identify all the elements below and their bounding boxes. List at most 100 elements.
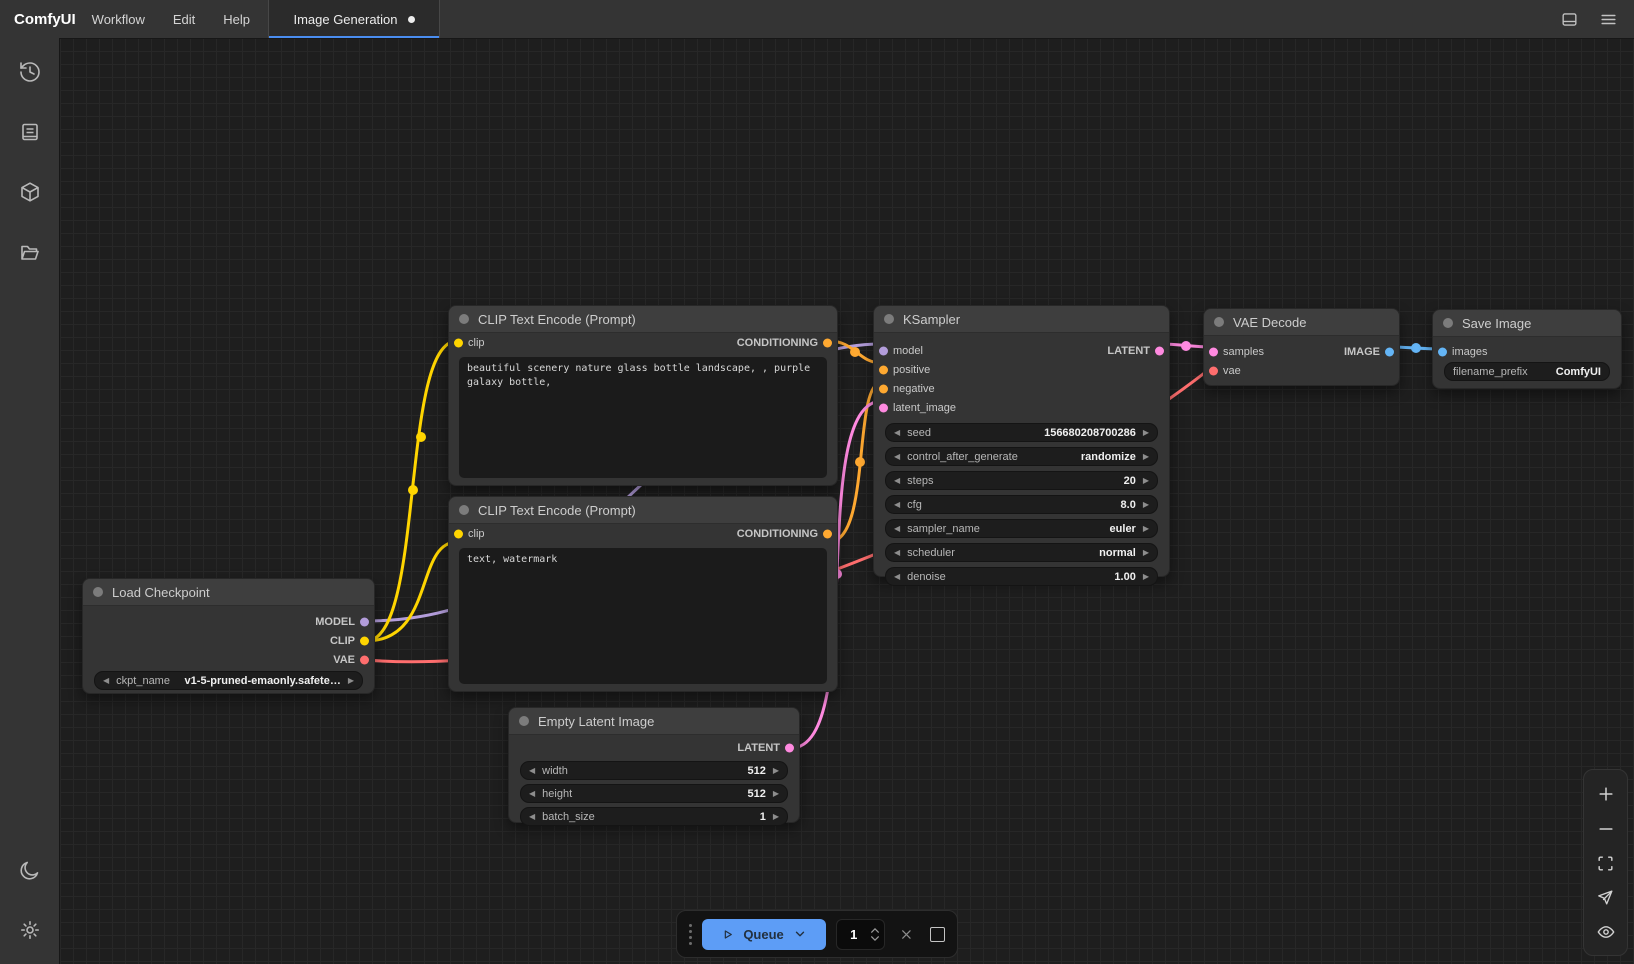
node-title-bar[interactable]: Load Checkpoint [83, 579, 374, 606]
denoise-widget[interactable]: ◀ denoise 1.00 ▶ [885, 567, 1158, 586]
stepper-down-icon[interactable] [870, 935, 880, 942]
node-title-bar[interactable]: KSampler [874, 306, 1169, 333]
sampler-name-widget[interactable]: ◀ sampler_name euler ▶ [885, 519, 1158, 538]
toggle-link-visibility-icon[interactable] [1596, 922, 1616, 942]
menu-help[interactable]: Help [223, 12, 250, 27]
decrement-arrow-icon[interactable]: ◀ [529, 790, 535, 798]
node-save-image[interactable]: Save Image images filename_prefix ComfyU… [1432, 309, 1622, 389]
height-widget[interactable]: ◀ height 512 ▶ [520, 784, 788, 803]
increment-arrow-icon[interactable]: ▶ [1143, 525, 1149, 533]
increment-arrow-icon[interactable]: ▶ [348, 677, 354, 685]
link-midpoint-dot[interactable] [1411, 343, 1421, 353]
node-vae-decode[interactable]: VAE Decode samples IMAGE vae [1203, 308, 1400, 386]
increment-arrow-icon[interactable]: ▶ [773, 813, 779, 821]
input-port-vae[interactable] [1209, 366, 1218, 375]
link-midpoint-dot[interactable] [1181, 341, 1191, 351]
zoom-in-icon[interactable] [1596, 784, 1616, 804]
collapse-dot-icon[interactable] [519, 716, 529, 726]
increment-arrow-icon[interactable]: ▶ [1143, 573, 1149, 581]
node-title-bar[interactable]: VAE Decode [1204, 309, 1399, 336]
node-empty-latent-image[interactable]: Empty Latent Image LATENT ◀ width 512 ▶ … [508, 707, 800, 823]
model-library-icon[interactable] [0, 162, 60, 222]
seed-widget[interactable]: ◀ seed 156680208700286 ▶ [885, 423, 1158, 442]
increment-arrow-icon[interactable]: ▶ [1143, 501, 1149, 509]
positive-prompt-textarea[interactable]: beautiful scenery nature glass bottle la… [459, 357, 827, 478]
pointer-mode-icon[interactable] [1596, 888, 1615, 907]
history-icon[interactable] [0, 42, 60, 102]
node-ksampler[interactable]: KSampler model LATENT positive negative … [873, 305, 1170, 577]
decrement-arrow-icon[interactable]: ◀ [894, 453, 900, 461]
decrement-arrow-icon[interactable]: ◀ [894, 477, 900, 485]
decrement-arrow-icon[interactable]: ◀ [894, 573, 900, 581]
queue-button[interactable]: Queue [702, 919, 826, 950]
output-port-conditioning[interactable] [823, 339, 832, 348]
input-port-samples[interactable] [1209, 347, 1218, 356]
collapse-dot-icon[interactable] [459, 314, 469, 324]
input-port-clip[interactable] [454, 339, 463, 348]
control-after-generate-widget[interactable]: ◀ control_after_generate randomize ▶ [885, 447, 1158, 466]
link-midpoint-dot[interactable] [408, 485, 418, 495]
input-port-images[interactable] [1438, 348, 1447, 357]
node-title-bar[interactable]: CLIP Text Encode (Prompt) [449, 497, 837, 524]
increment-arrow-icon[interactable]: ▶ [773, 767, 779, 775]
stop-icon[interactable] [930, 927, 945, 942]
input-port-negative[interactable] [879, 384, 888, 393]
settings-icon[interactable] [0, 900, 60, 960]
collapse-dot-icon[interactable] [459, 505, 469, 515]
batch-size-widget[interactable]: ◀ batch_size 1 ▶ [520, 807, 788, 826]
link-clip-negative[interactable] [366, 542, 457, 641]
node-clip-text-encode-positive[interactable]: CLIP Text Encode (Prompt) clip CONDITION… [448, 305, 838, 486]
decrement-arrow-icon[interactable]: ◀ [894, 525, 900, 533]
output-port-clip[interactable] [360, 636, 369, 645]
stepper-up-icon[interactable] [870, 927, 880, 934]
increment-arrow-icon[interactable]: ▶ [1143, 453, 1149, 461]
menu-workflow[interactable]: Workflow [92, 12, 145, 27]
clear-queue-icon[interactable] [899, 927, 914, 942]
fit-view-icon[interactable] [1596, 854, 1615, 873]
input-port-latent-image[interactable] [879, 403, 888, 412]
scheduler-widget[interactable]: ◀ scheduler normal ▶ [885, 543, 1158, 562]
input-port-model[interactable] [879, 346, 888, 355]
queue-icon[interactable] [0, 102, 60, 162]
app-logo[interactable]: ComfyUI [0, 11, 92, 28]
decrement-arrow-icon[interactable]: ◀ [894, 429, 900, 437]
filename-prefix-widget[interactable]: filename_prefix ComfyUI [1444, 362, 1610, 381]
ckpt-name-widget[interactable]: ◀ ckpt_name v1-5-pruned-emaonly.safete… … [94, 671, 363, 690]
bottom-panel-icon[interactable] [1560, 10, 1579, 29]
increment-arrow-icon[interactable]: ▶ [1143, 549, 1149, 557]
steps-widget[interactable]: ◀ steps 20 ▶ [885, 471, 1158, 490]
node-clip-text-encode-negative[interactable]: CLIP Text Encode (Prompt) clip CONDITION… [448, 496, 838, 692]
workflow-tab[interactable]: Image Generation [268, 0, 440, 38]
chevron-down-icon[interactable] [793, 927, 807, 941]
workflows-folder-icon[interactable] [0, 222, 60, 282]
input-port-positive[interactable] [879, 365, 888, 374]
increment-arrow-icon[interactable]: ▶ [1143, 477, 1149, 485]
zoom-out-icon[interactable] [1596, 819, 1616, 839]
increment-arrow-icon[interactable]: ▶ [773, 790, 779, 798]
menu-icon[interactable] [1599, 10, 1618, 29]
collapse-dot-icon[interactable] [884, 314, 894, 324]
output-port-latent[interactable] [1155, 346, 1164, 355]
menu-edit[interactable]: Edit [173, 12, 195, 27]
decrement-arrow-icon[interactable]: ◀ [103, 677, 109, 685]
node-title-bar[interactable]: Empty Latent Image [509, 708, 799, 735]
decrement-arrow-icon[interactable]: ◀ [894, 549, 900, 557]
output-port-latent[interactable] [785, 744, 794, 753]
decrement-arrow-icon[interactable]: ◀ [894, 501, 900, 509]
link-midpoint-dot[interactable] [416, 432, 426, 442]
batch-count-input[interactable]: 1 [836, 919, 885, 950]
input-port-clip[interactable] [454, 530, 463, 539]
node-title-bar[interactable]: CLIP Text Encode (Prompt) [449, 306, 837, 333]
drag-handle[interactable] [689, 924, 692, 945]
node-title-bar[interactable]: Save Image [1433, 310, 1621, 337]
decrement-arrow-icon[interactable]: ◀ [529, 767, 535, 775]
negative-prompt-textarea[interactable]: text, watermark [459, 548, 827, 684]
decrement-arrow-icon[interactable]: ◀ [529, 813, 535, 821]
theme-toggle-icon[interactable] [0, 840, 60, 900]
collapse-dot-icon[interactable] [93, 587, 103, 597]
output-port-image[interactable] [1385, 347, 1394, 356]
output-port-vae[interactable] [360, 655, 369, 664]
node-load-checkpoint[interactable]: Load Checkpoint MODEL CLIP VAE ◀ ckpt_na… [82, 578, 375, 694]
link-midpoint-dot[interactable] [850, 347, 860, 357]
increment-arrow-icon[interactable]: ▶ [1143, 429, 1149, 437]
